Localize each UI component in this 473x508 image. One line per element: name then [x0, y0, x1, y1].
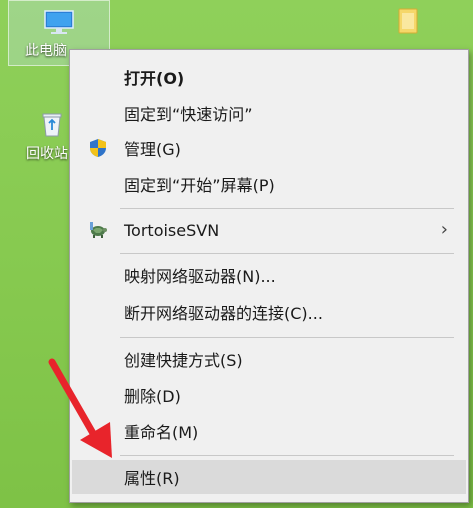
menu-item-label: 固定到“开始”屏幕(P)	[124, 176, 275, 195]
menu-separator	[120, 455, 454, 456]
chevron-right-icon: ›	[440, 219, 448, 240]
menu-separator	[120, 253, 454, 254]
recycle-bin-icon	[42, 113, 62, 137]
menu-item-rename[interactable]: 重命名(M)	[72, 414, 466, 448]
computer-icon	[44, 10, 74, 34]
menu-item-label: 创建快捷方式(S)	[124, 351, 243, 370]
menu-item-pin-start[interactable]: 固定到“开始”屏幕(P)	[72, 167, 466, 201]
menu-item-manage[interactable]: 管理(G)	[72, 131, 466, 165]
menu-item-label: 映射网络驱动器(N)...	[124, 267, 276, 286]
context-menu: 打开(O) 固定到“快速访问” 管理(G) 固定到“开始”屏幕(P) Torto…	[69, 49, 469, 503]
tortoise-icon	[90, 222, 107, 238]
menu-item-label: 重命名(M)	[124, 423, 199, 442]
menu-item-open[interactable]: 打开(O)	[72, 60, 466, 94]
folder-icon	[398, 8, 418, 34]
menu-item-label: 删除(D)	[124, 387, 181, 406]
menu-separator	[120, 208, 454, 209]
folder-desktop-icon[interactable]	[386, 0, 436, 48]
menu-item-map-network-drive[interactable]: 映射网络驱动器(N)...	[72, 258, 466, 292]
menu-item-properties[interactable]: 属性(R)	[72, 460, 466, 494]
menu-item-label: 管理(G)	[124, 140, 181, 159]
red-arrow-annotation	[48, 358, 112, 458]
menu-item-label: 打开(O)	[124, 69, 185, 88]
shield-icon	[90, 139, 106, 157]
menu-item-disconnect-network-drive[interactable]: 断开网络驱动器的连接(C)...	[72, 295, 466, 329]
menu-item-label: TortoiseSVN	[124, 220, 220, 240]
menu-item-pin-quick-access[interactable]: 固定到“快速访问”	[72, 96, 466, 130]
menu-separator	[120, 337, 454, 338]
menu-item-label: 属性(R)	[124, 469, 180, 488]
menu-item-label: 固定到“快速访问”	[124, 105, 253, 124]
menu-item-delete[interactable]: 删除(D)	[72, 378, 466, 412]
desktop: 此电脑 回收站 打开(O) 固定到“快速访问” 管理(G) 固定到“开始”屏幕(…	[0, 0, 473, 508]
menu-item-tortoisesvn[interactable]: TortoiseSVN ›	[72, 213, 466, 247]
menu-item-create-shortcut[interactable]: 创建快捷方式(S)	[72, 342, 466, 376]
menu-item-label: 断开网络驱动器的连接(C)...	[124, 304, 323, 323]
